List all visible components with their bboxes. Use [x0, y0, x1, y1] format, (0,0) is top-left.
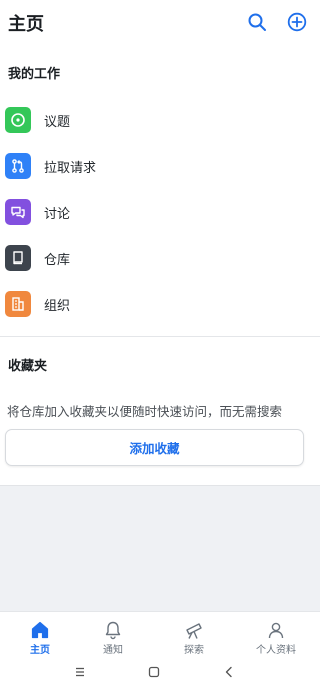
bell-icon	[105, 621, 121, 640]
tab-label: 个人资料	[256, 645, 296, 656]
create-plus-icon[interactable]	[287, 12, 307, 32]
back-icon[interactable]	[221, 664, 237, 680]
tab-label: 通知	[103, 645, 123, 656]
home-square-icon[interactable]	[146, 664, 162, 680]
empty-background	[0, 485, 320, 612]
my-work-list: 议题 拉取请求 讨论 仓库 组织	[0, 95, 320, 325]
telescope-icon	[186, 623, 202, 639]
add-favorite-button[interactable]: 添加收藏	[5, 429, 304, 466]
tab-explore[interactable]: 探索	[154, 612, 234, 657]
home-icon	[31, 621, 49, 639]
page-title: 主页	[8, 14, 44, 35]
organization-icon	[5, 291, 31, 317]
repository-icon	[5, 245, 31, 271]
person-icon	[268, 622, 284, 639]
tab-profile[interactable]: 个人资料	[236, 612, 316, 657]
my-work-heading: 我的工作	[8, 67, 61, 82]
work-item-label: 组织	[44, 299, 71, 314]
tab-notifications[interactable]: 通知	[73, 612, 153, 657]
search-icon[interactable]	[247, 12, 267, 32]
favorites-heading: 收藏夹	[8, 359, 48, 374]
work-item-issues[interactable]: 议题	[0, 95, 320, 141]
section-divider	[0, 336, 320, 337]
work-item-label: 讨论	[44, 207, 71, 222]
favorites-description: 将仓库加入收藏夹以便随时快速访问，而无需搜索	[7, 404, 283, 419]
work-item-organizations[interactable]: 组织	[0, 279, 320, 325]
discussion-icon	[5, 199, 31, 225]
pull-request-icon	[5, 153, 31, 179]
tab-label: 主页	[30, 645, 50, 656]
work-item-label: 议题	[44, 115, 71, 130]
work-item-label: 拉取请求	[44, 161, 97, 176]
system-navigation-bar	[0, 656, 320, 688]
top-header: 主页	[0, 0, 320, 46]
tab-label: 探索	[184, 645, 204, 656]
work-item-discussions[interactable]: 讨论	[0, 187, 320, 233]
work-item-pull-requests[interactable]: 拉取请求	[0, 141, 320, 187]
tab-home[interactable]: 主页	[0, 612, 80, 657]
bottom-tab-bar: 主页 通知 探索 个人资料	[0, 611, 320, 657]
issue-icon	[5, 107, 31, 133]
work-item-repositories[interactable]: 仓库	[0, 233, 320, 279]
menu-icon[interactable]	[72, 664, 88, 680]
work-item-label: 仓库	[44, 253, 71, 268]
